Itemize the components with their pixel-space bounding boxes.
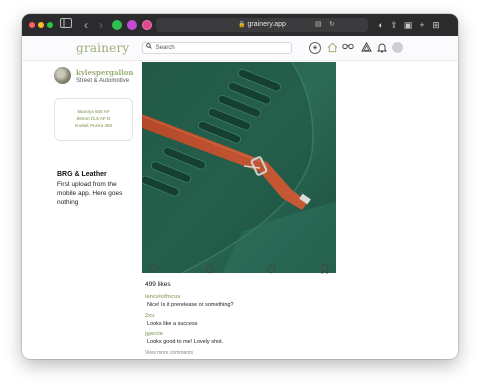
comment-username[interactable]: lancelotfocus xyxy=(145,294,180,300)
comment-text: Looks like a success xyxy=(147,321,198,327)
reload-icon[interactable]: ↻ xyxy=(329,18,335,32)
photo-image xyxy=(142,62,336,273)
heart-icon[interactable] xyxy=(147,264,159,276)
search-input[interactable]: Search xyxy=(142,42,292,54)
browser-window: ‹ › 🔒 grainery.app ▤ ↻ ◐ ⇪ ▣ + ⊞ grainery… xyxy=(22,14,458,359)
close-window-button[interactable] xyxy=(29,22,35,28)
app-logo[interactable]: grainery xyxy=(76,41,129,55)
app-header: grainery Search ◈ xyxy=(22,36,458,61)
profile-avatar[interactable] xyxy=(54,67,71,84)
sidebar-icon[interactable] xyxy=(59,18,73,32)
post-photo[interactable] xyxy=(142,62,336,273)
comment-text: Nice! Is it prerelease or something? xyxy=(147,302,234,308)
chevron-right-icon[interactable]: › xyxy=(94,18,108,32)
avatar[interactable] xyxy=(392,42,403,53)
browser-toolbar: ‹ › 🔒 grainery.app ▤ ↻ ◐ ⇪ ▣ + ⊞ xyxy=(22,14,458,36)
search-placeholder: Search xyxy=(155,45,175,51)
glasses-icon[interactable] xyxy=(342,42,354,54)
view-more-comments-link[interactable]: View more comments xyxy=(145,350,193,356)
address-bar[interactable]: 🔒 grainery.app xyxy=(156,18,368,32)
gear-lens: 80mm f2.8 AF D xyxy=(76,116,111,121)
search-icon xyxy=(146,43,154,51)
zoom-window-button[interactable] xyxy=(47,22,53,28)
bookmark-icon[interactable] xyxy=(318,264,330,276)
post-description: First upload from the mobile app. Here g… xyxy=(57,181,123,206)
lock-icon: 🔒 xyxy=(238,22,246,28)
home-icon[interactable] xyxy=(326,42,338,54)
comment-username[interactable]: jgarcia xyxy=(145,331,163,337)
profile-category: Street & Automotive xyxy=(76,78,130,84)
comment-text: Looks good to me! Lovely shot. xyxy=(147,339,224,345)
minimize-window-button[interactable] xyxy=(38,22,44,28)
gear-film: Kodak Portra 400 xyxy=(74,123,112,128)
plus-icon[interactable]: + xyxy=(416,18,428,32)
circle-icon[interactable] xyxy=(265,264,277,276)
extension-purple-icon[interactable] xyxy=(127,20,137,30)
post-title: BRG & Leather xyxy=(57,171,107,178)
triangle-icon[interactable] xyxy=(360,41,372,54)
shield-icon[interactable]: ◐ xyxy=(375,18,387,32)
extension-pink-icon[interactable] xyxy=(142,20,152,30)
grid-icon[interactable]: ⊞ xyxy=(430,18,442,32)
tab-overview-icon[interactable]: ▣ xyxy=(402,18,414,32)
extension-green-icon[interactable] xyxy=(112,20,122,30)
bell-icon[interactable] xyxy=(376,42,388,54)
compass-icon[interactable]: ◈ xyxy=(309,42,321,54)
gear-card: Mamiya 645 AF 80mm f2.8 AF D Kodak Portr… xyxy=(54,98,133,141)
chevron-left-icon[interactable]: ‹ xyxy=(79,18,93,32)
comment-username[interactable]: 2xu xyxy=(145,313,154,319)
gear-camera: Mamiya 645 AF xyxy=(77,109,110,114)
like-count: 499 likes xyxy=(145,281,171,288)
reader-icon[interactable]: ▤ xyxy=(315,18,322,32)
url-text: grainery.app xyxy=(247,21,286,28)
profile-username[interactable]: kylespergallon xyxy=(76,68,134,77)
share-icon[interactable]: ⇪ xyxy=(388,18,400,32)
comment-icon[interactable] xyxy=(204,264,216,276)
